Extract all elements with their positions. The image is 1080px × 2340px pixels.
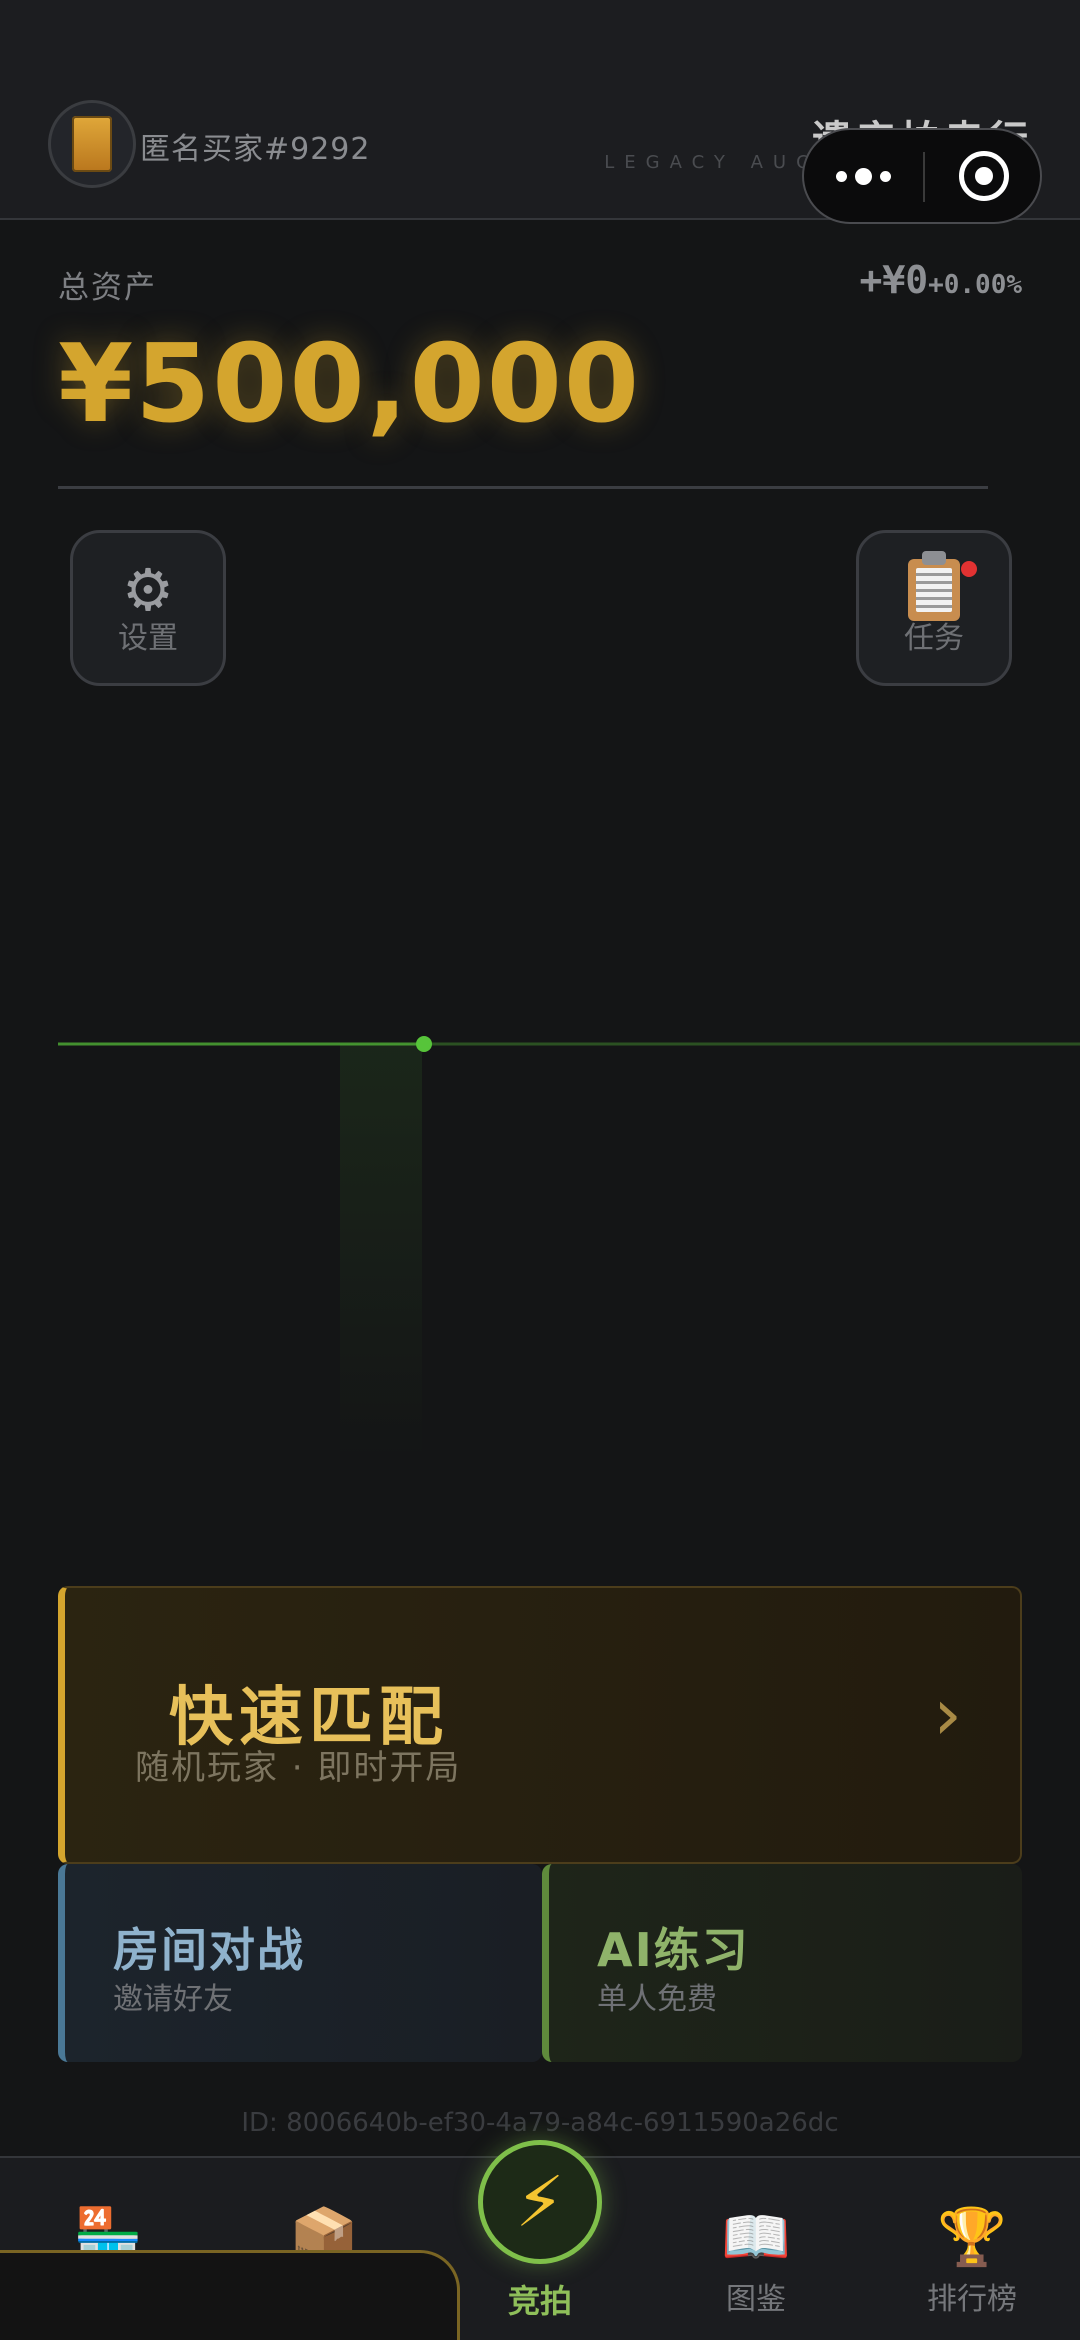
avatar[interactable] xyxy=(48,100,136,188)
ai-practice-title: AI练习 xyxy=(597,1923,750,1977)
popup-overlay xyxy=(0,2250,460,2340)
tab-auction-label: 竞拍 xyxy=(507,2282,572,2320)
total-assets-label: 总资产 xyxy=(58,270,157,306)
close-icon[interactable] xyxy=(959,151,1009,201)
tab-auction[interactable]: ⚡ xyxy=(478,2140,602,2264)
asset-chart xyxy=(58,1036,1080,1460)
tab-leaderboard-label: 排行榜 xyxy=(927,2282,1017,2317)
tab-catalog-label: 图鉴 xyxy=(726,2282,786,2317)
ai-practice-subtitle: 单人免费 xyxy=(597,1982,717,2017)
tab-catalog[interactable]: 📖 图鉴 xyxy=(676,2206,836,2318)
gear-icon: ⚙ xyxy=(122,556,174,624)
settings-button[interactable]: ⚙ 设置 xyxy=(70,530,226,686)
quick-match-button[interactable]: 快速匹配 随机玩家 · 即时开局 › xyxy=(58,1586,1022,1864)
chart-point-current xyxy=(416,1036,432,1052)
total-balance: ¥500,000 xyxy=(58,322,642,447)
delta-amount: +¥0 xyxy=(859,258,929,302)
tab-leaderboard[interactable]: 🏆 排行榜 xyxy=(892,2206,1052,2318)
room-battle-button[interactable]: 房间对战 邀请好友 xyxy=(58,1864,542,2062)
notification-dot xyxy=(961,561,977,577)
book-icon: 📖 xyxy=(721,2205,791,2270)
clipboard-icon xyxy=(908,551,960,621)
room-battle-subtitle: 邀请好友 xyxy=(113,1982,233,2017)
divider xyxy=(58,486,988,489)
delta-percent: +0.00% xyxy=(928,270,1022,300)
ai-practice-button[interactable]: AI练习 单人免费 xyxy=(542,1864,1022,2062)
settings-label: 设置 xyxy=(118,621,178,656)
asset-delta: +¥0+0.00% xyxy=(859,258,1022,302)
room-battle-title: 房间对战 xyxy=(113,1923,305,1977)
username: 匿名买家#9292 xyxy=(140,132,371,167)
top-header: 匿名买家#9292 遗产拍卖行 LEGACY AUCTION HOUSE xyxy=(0,0,1080,224)
quick-match-subtitle: 随机玩家 · 即时开局 xyxy=(135,1748,462,1788)
miniprogram-capsule xyxy=(802,128,1042,224)
bolt-icon: ⚡ xyxy=(515,2161,565,2243)
book-icon xyxy=(72,116,112,172)
trophy-icon: 🏆 xyxy=(937,2205,1007,2270)
more-icon[interactable] xyxy=(804,130,922,222)
chevron-right-icon: › xyxy=(933,1672,962,1756)
player-id: ID: 8006640b-ef30-4a79-a84c-6911590a26dc xyxy=(241,2108,839,2138)
tasks-button[interactable]: 任务 xyxy=(856,530,1012,686)
chart-area xyxy=(340,1044,422,1460)
capsule-divider xyxy=(923,152,925,202)
